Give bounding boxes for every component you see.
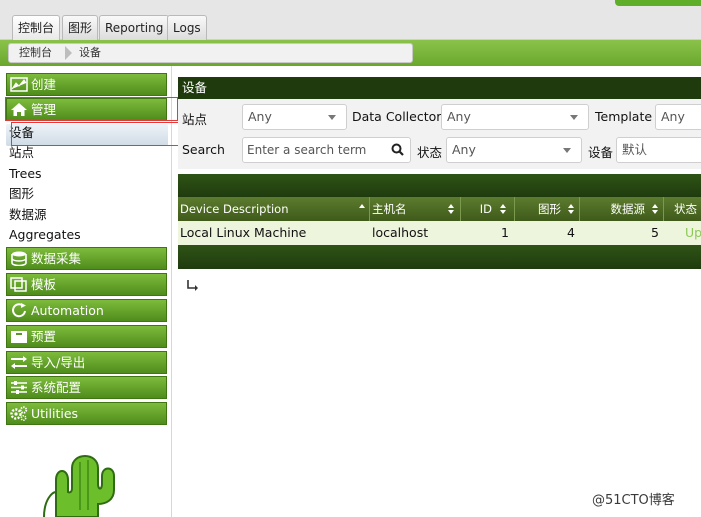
tab-reporting[interactable]: Reporting bbox=[99, 15, 170, 40]
sidebar-section-label: 数据采集 bbox=[31, 251, 82, 266]
table-row[interactable]: Local Linux Machine localhost 1 4 5 Up bbox=[178, 221, 701, 245]
import-export-icon bbox=[11, 356, 27, 369]
template-filter-label: Template bbox=[595, 109, 653, 124]
app-root: 控制台 图形 Reporting Logs 控制台 设备 创建 管理 设备 站点… bbox=[0, 0, 701, 517]
cell-status: Up bbox=[685, 225, 701, 240]
sidebar-section-label: 系统配置 bbox=[31, 380, 82, 395]
breadcrumb-devices: 设备 bbox=[79, 46, 101, 59]
column-header-datasources[interactable]: 数据源 bbox=[580, 197, 664, 221]
annotation-box-manage bbox=[5, 97, 178, 121]
corner-arrow-icon bbox=[187, 280, 198, 291]
column-header-label: 数据源 bbox=[610, 202, 646, 216]
sidebar-item-trees[interactable]: Trees bbox=[9, 165, 42, 183]
column-header-id[interactable]: ID bbox=[461, 197, 515, 221]
data-collector-select-value: Any bbox=[447, 109, 471, 124]
sidebar-item-aggregates[interactable]: Aggregates bbox=[9, 226, 81, 244]
table-footer-bar bbox=[178, 245, 701, 269]
cell-hostname: localhost bbox=[372, 225, 429, 240]
sidebar-section-templates[interactable]: 模板 bbox=[6, 273, 167, 296]
top-tab-bar: 控制台 图形 Reporting Logs bbox=[0, 0, 701, 40]
template-icon bbox=[10, 277, 27, 292]
data-collector-select[interactable]: Any bbox=[441, 104, 589, 130]
sort-icon bbox=[448, 204, 454, 214]
sidebar-section-system-config[interactable]: 系统配置 bbox=[6, 376, 167, 399]
search-input-placeholder: Enter a search term bbox=[247, 143, 367, 157]
sidebar-section-automation[interactable]: Automation bbox=[6, 299, 167, 322]
column-header-graphs[interactable]: 图形 bbox=[515, 197, 580, 221]
column-header-description[interactable]: Device Description bbox=[178, 197, 370, 221]
sidebar-section-data-collection[interactable]: 数据采集 bbox=[6, 247, 167, 270]
template-select-value: Any bbox=[661, 109, 685, 124]
column-header-label: ID bbox=[479, 202, 492, 216]
sidebar-item-datasources[interactable]: 数据源 bbox=[9, 206, 47, 224]
search-filter-label: Search bbox=[182, 142, 225, 157]
status-select-value: Any bbox=[452, 142, 476, 157]
settings-sliders-icon bbox=[11, 381, 27, 394]
cell-datasources: 5 bbox=[651, 225, 659, 240]
sidebar-section-import-export[interactable]: 导入/导出 bbox=[6, 351, 167, 374]
sidebar-section-label: Automation bbox=[31, 303, 104, 318]
template-select[interactable]: Any bbox=[655, 104, 701, 130]
filter-panel: 站点 Any Data Collector Any Template Any S… bbox=[178, 99, 701, 169]
site-select[interactable]: Any bbox=[242, 104, 347, 130]
sidebar-section-create[interactable]: 创建 bbox=[6, 73, 167, 96]
column-header-label: 图形 bbox=[538, 202, 561, 216]
annotation-box-devices bbox=[11, 122, 180, 146]
chart-icon bbox=[10, 77, 28, 92]
search-icon[interactable] bbox=[391, 143, 404, 156]
column-header-hostname[interactable]: 主机名 bbox=[370, 197, 461, 221]
breadcrumb-bar: 控制台 设备 bbox=[0, 40, 701, 66]
chevron-down-icon bbox=[563, 148, 571, 153]
sidebar-item-sites[interactable]: 站点 bbox=[9, 144, 34, 162]
chevron-down-icon bbox=[570, 115, 578, 120]
column-header-label: 主机名 bbox=[372, 202, 407, 216]
site-filter-label: 站点 bbox=[182, 112, 208, 127]
sort-icon bbox=[500, 204, 506, 214]
sidebar-section-label: 创建 bbox=[31, 77, 57, 92]
site-select-value: Any bbox=[248, 109, 272, 124]
page-title: 设备 bbox=[178, 77, 701, 99]
table-header: Device Description 主机名 ID 图形 数据源 状态 bbox=[178, 197, 701, 221]
database-icon bbox=[11, 251, 27, 266]
sidebar-section-label: Utilities bbox=[31, 406, 79, 421]
column-header-status[interactable]: 状态 bbox=[664, 197, 701, 221]
sort-icon bbox=[652, 204, 658, 214]
tab-logs[interactable]: Logs bbox=[167, 15, 207, 40]
watermark: @51CTO博客 bbox=[592, 493, 675, 508]
status-filter-label: 状态 bbox=[417, 145, 443, 160]
device-count-select[interactable]: 默认 bbox=[616, 137, 701, 163]
chevron-down-icon bbox=[328, 115, 336, 120]
device-count-select-value: 默认 bbox=[622, 142, 648, 157]
sidebar-section-presets[interactable]: 预置 bbox=[6, 325, 167, 348]
tab-graphs[interactable]: 图形 bbox=[62, 15, 99, 40]
cell-id: 1 bbox=[501, 225, 509, 240]
sort-icon bbox=[568, 204, 574, 214]
gears-icon bbox=[10, 406, 28, 421]
sidebar-section-label: 导入/导出 bbox=[31, 355, 86, 370]
breadcrumb-console[interactable]: 控制台 bbox=[19, 44, 52, 62]
sidebar-section-label: 预置 bbox=[31, 329, 57, 344]
top-right-green-button[interactable] bbox=[615, 0, 701, 6]
breadcrumb-separator-icon bbox=[65, 46, 72, 60]
cactus-logo-icon bbox=[43, 455, 115, 517]
cell-graphs: 4 bbox=[567, 225, 575, 240]
sidebar-section-label: 模板 bbox=[31, 277, 57, 292]
cell-description[interactable]: Local Linux Machine bbox=[180, 221, 306, 245]
preset-icon bbox=[11, 331, 27, 343]
sidebar-section-utilities[interactable]: Utilities bbox=[6, 402, 167, 425]
column-header-label: Device Description bbox=[180, 202, 289, 216]
device-filter-label: 设备 bbox=[588, 145, 614, 160]
sidebar: 创建 管理 设备 站点 Trees 图形 数据源 Aggregates 数据采集 bbox=[0, 66, 180, 517]
automation-icon bbox=[12, 303, 26, 318]
data-collector-filter-label: Data Collector bbox=[352, 109, 442, 124]
status-select[interactable]: Any bbox=[446, 137, 582, 163]
tab-console[interactable]: 控制台 bbox=[12, 15, 61, 40]
sidebar-item-graphs[interactable]: 图形 bbox=[9, 185, 34, 203]
sort-ascending-icon bbox=[359, 204, 365, 208]
table-navigation-bar bbox=[178, 174, 701, 197]
breadcrumb: 控制台 设备 bbox=[8, 43, 413, 63]
column-header-label: 状态 bbox=[674, 202, 697, 216]
search-input[interactable]: Enter a search term bbox=[242, 137, 411, 163]
